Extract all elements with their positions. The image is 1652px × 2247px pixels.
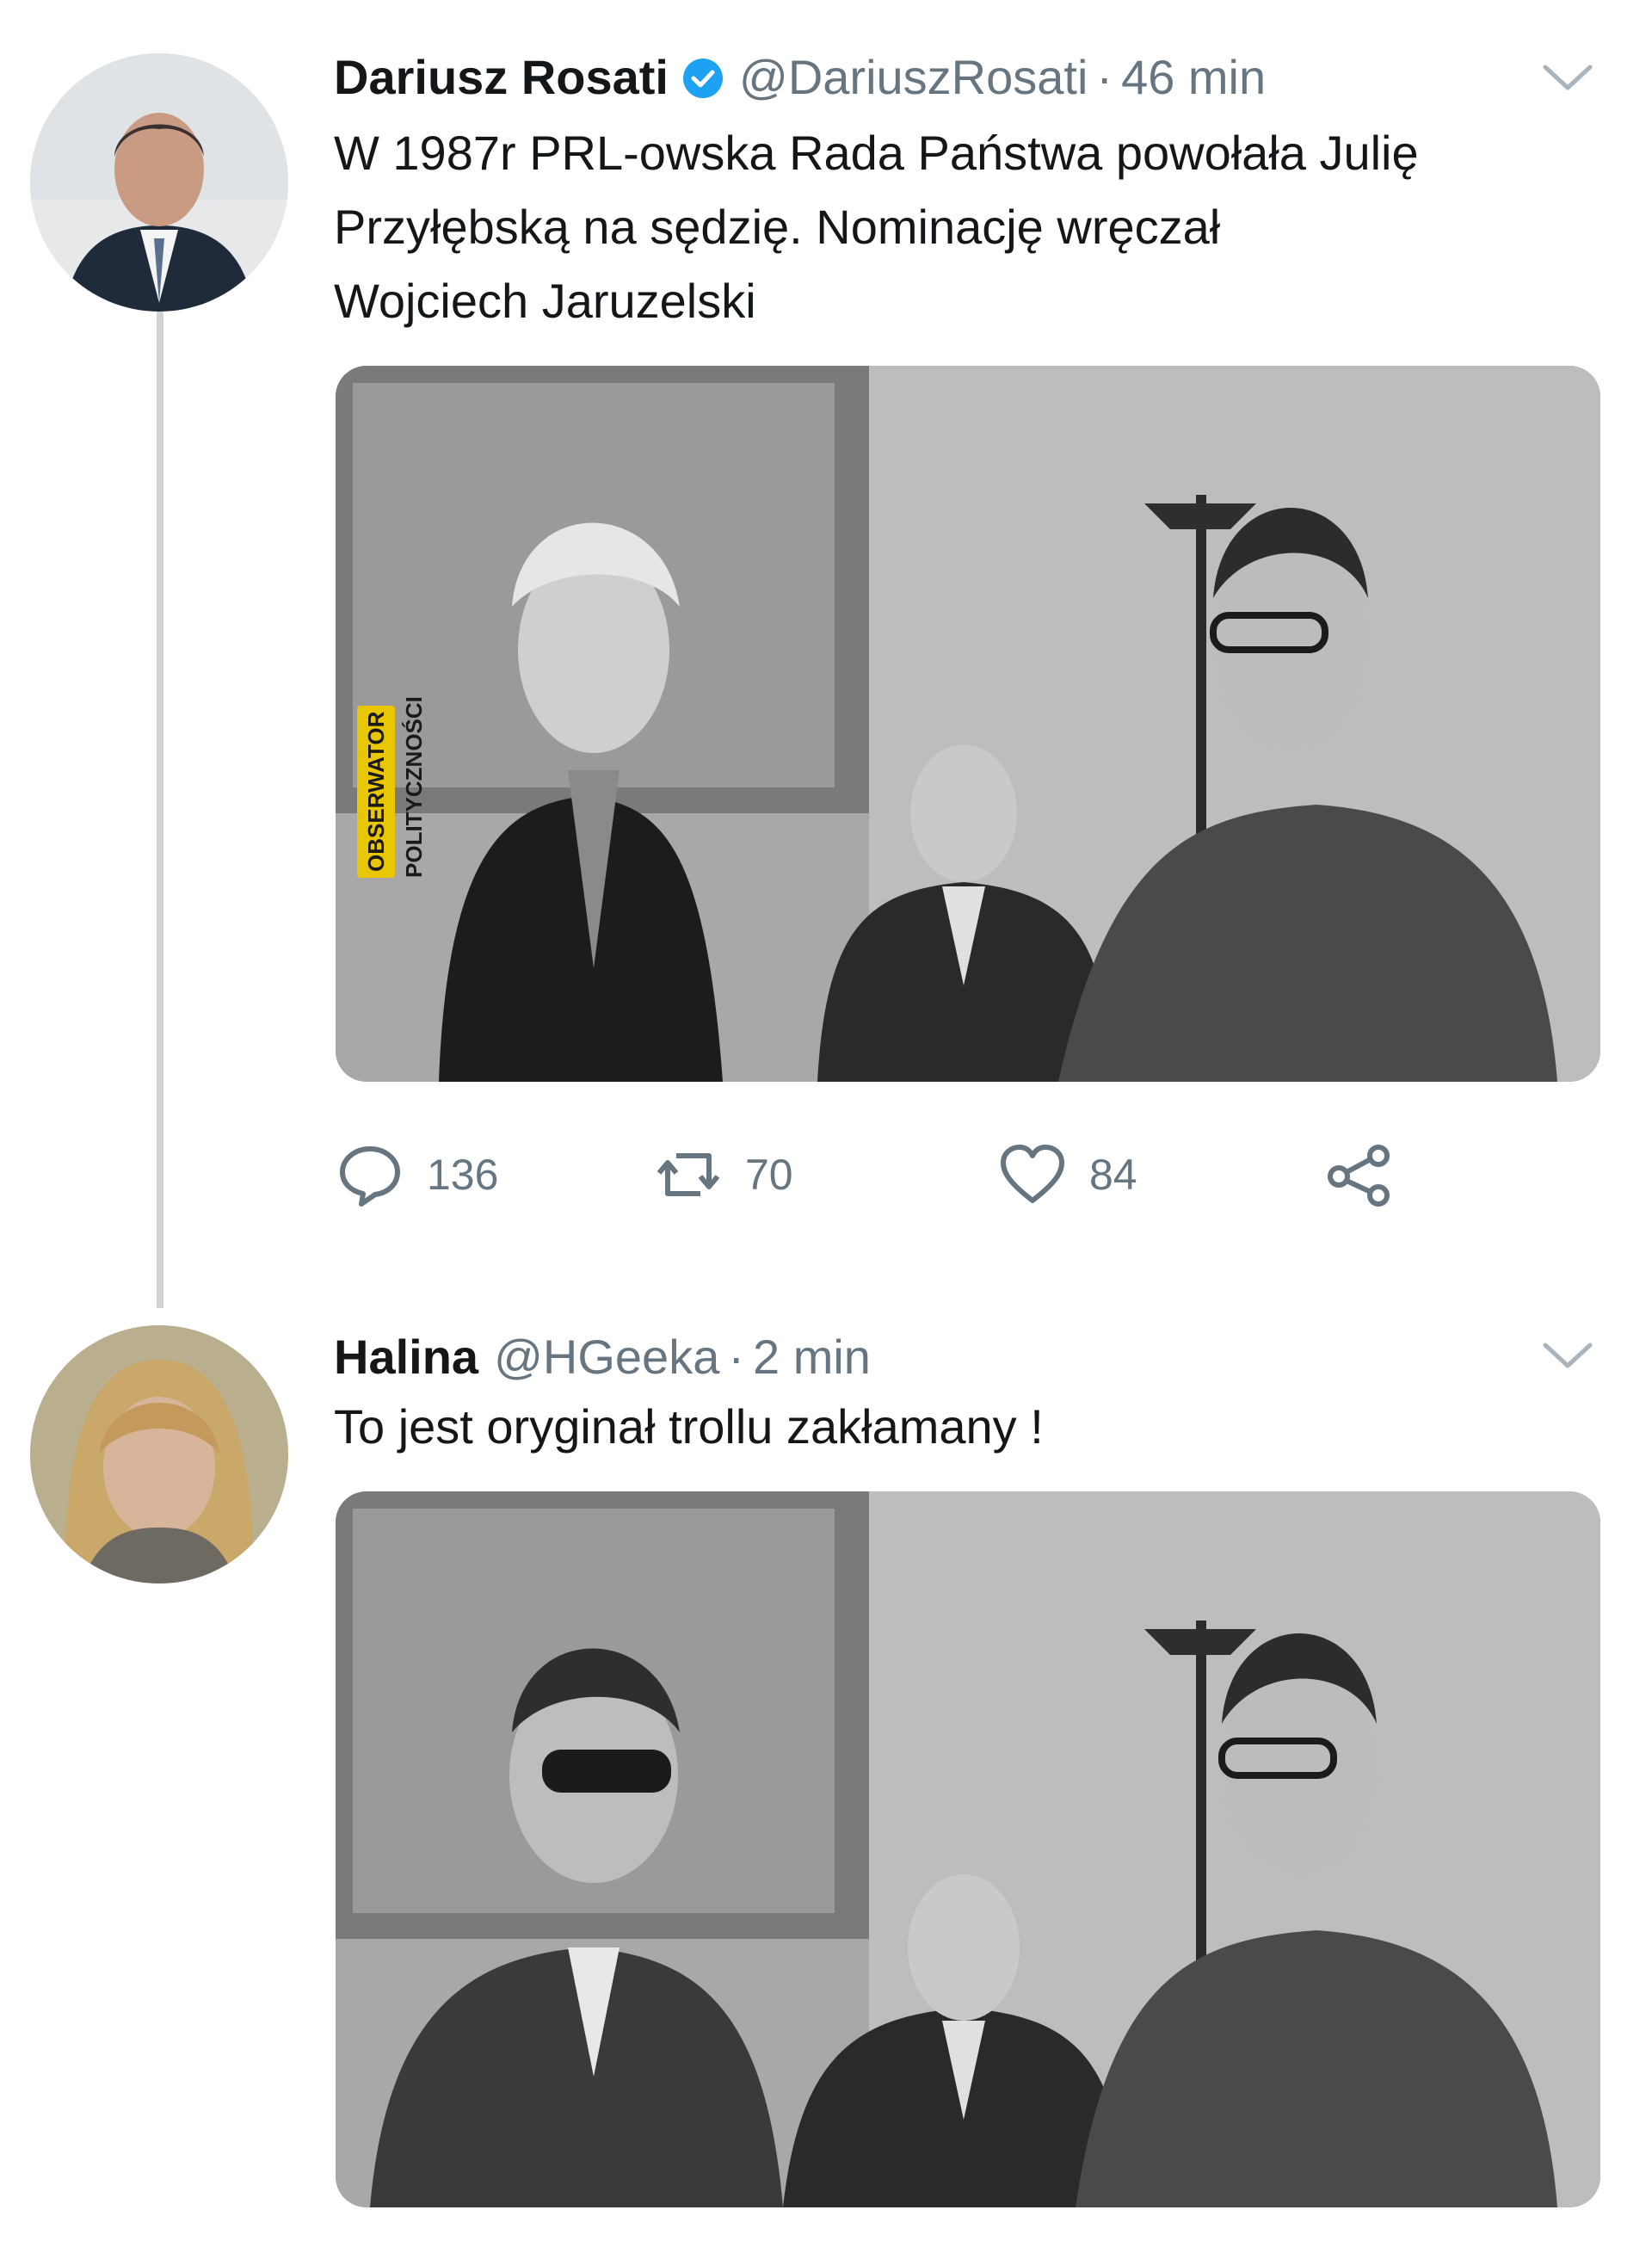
retweet-button[interactable]: 70 (654, 1140, 793, 1209)
share-icon (1328, 1145, 1390, 1207)
chevron-down-icon[interactable] (1540, 60, 1595, 95)
reply-button[interactable]: 136 (336, 1140, 498, 1209)
thread-connector-line (157, 310, 163, 1308)
reply-photo[interactable] (336, 1491, 1600, 2207)
author-name[interactable]: Dariusz Rosati (334, 50, 669, 105)
photo-ceremony-grayscale (336, 1491, 1600, 2207)
share-button[interactable] (1325, 1140, 1394, 1209)
reply-icon (340, 1146, 400, 1207)
separator-dot: · (1096, 50, 1113, 104)
tweet-photo[interactable]: OBSERWATOR POLITYCZNOŚCI (336, 366, 1600, 1082)
like-button[interactable]: 84 (998, 1140, 1137, 1209)
avatar-photo (30, 1325, 288, 1583)
watermark-label: OBSERWATOR POLITYCZNOŚCI (357, 696, 427, 878)
separator-dot: · (728, 1330, 744, 1384)
tweet-text-line: Wojciech Jaruzelski (334, 274, 756, 328)
reply-text: To jest oryginał trollu zakłamany ! (334, 1399, 1044, 1454)
heart-icon (1001, 1145, 1064, 1203)
reply-header: Halina @HGeeka · 2 min (334, 1330, 871, 1385)
like-count: 84 (1089, 1151, 1137, 1199)
reply-count: 136 (427, 1151, 499, 1199)
tweet-actions-bar: 136 70 84 (336, 1140, 1454, 1209)
tweet-header: Dariusz Rosati @DariuszRosati · 46 min (334, 50, 1266, 105)
retweet-count: 70 (745, 1151, 793, 1199)
photo-ceremony-grayscale (336, 366, 1600, 1082)
verified-badge-icon (682, 55, 724, 98)
avatar-photo (30, 53, 288, 312)
author-name[interactable]: Halina (334, 1330, 478, 1385)
avatar-halina[interactable] (30, 1325, 288, 1583)
tweet-text-line: Przyłębską na sędzię. Nominację wręczał (334, 200, 1221, 254)
author-handle[interactable]: @HGeeka (494, 1330, 719, 1385)
author-handle[interactable]: @DariuszRosati (739, 50, 1088, 105)
chevron-down-icon[interactable] (1540, 1338, 1595, 1373)
tweet-text: W 1987r PRL-owska Rada Państwa powołała … (334, 116, 1652, 338)
retweet-icon (656, 1153, 720, 1196)
tweet-text-line: W 1987r PRL-owska Rada Państwa powołała … (334, 126, 1419, 180)
tweet-time[interactable]: 46 min (1121, 50, 1266, 105)
twitter-thread-screenshot: Dariusz Rosati @DariuszRosati · 46 min W… (0, 0, 1652, 2247)
avatar-dariusz-rosati[interactable] (30, 53, 288, 312)
tweet-time[interactable]: 2 min (753, 1330, 871, 1385)
